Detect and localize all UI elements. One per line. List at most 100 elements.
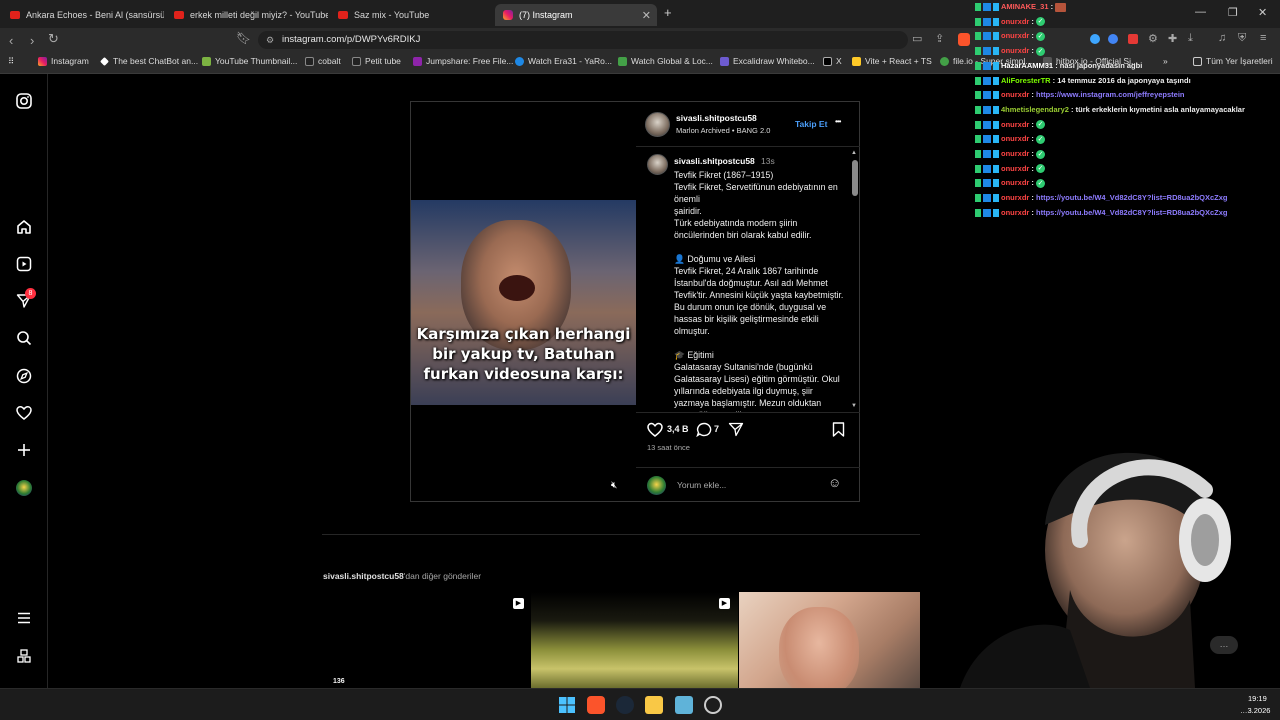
chat-badges-icon [975, 47, 999, 56]
windows-start-icon[interactable] [558, 696, 576, 714]
home-icon[interactable] [15, 218, 33, 236]
mute-icon[interactable]: 🔇︎ [611, 480, 617, 491]
scroll-up-icon[interactable]: ▲ [851, 150, 857, 156]
scroll-down-icon[interactable]: ▼ [851, 403, 857, 409]
author-username[interactable]: sivasli.shitpostcu58 [676, 113, 757, 123]
apps-icon[interactable] [15, 647, 33, 665]
bookmark-item[interactable]: Excalidraw Whitebo... [720, 56, 815, 66]
bookmark-item[interactable]: X [823, 56, 842, 66]
more-posts-owner[interactable]: sivasli.shitpostcu58 [323, 571, 404, 581]
close-tab-icon[interactable]: ✕ [642, 9, 651, 22]
chat-badges-icon [975, 208, 999, 217]
caption-username[interactable]: sivasli.shitpostcu58 [674, 156, 755, 166]
bookmark-item[interactable]: Watch Era31 - YaRo... [515, 56, 612, 66]
caption-text: Tevfik Fikret (1867–1915) Tevfik Fikret,… [674, 170, 844, 412]
bookmark-item[interactable]: cobalt [305, 56, 341, 66]
clock-date[interactable]: …3.2026 [1240, 706, 1270, 715]
caption-scrollbar[interactable]: ▲ ▼ [851, 148, 859, 412]
related-post-thumb[interactable] [739, 592, 920, 688]
follow-button[interactable]: Takip Et [795, 119, 827, 129]
chat-link[interactable]: https://youtu.be/W4_Vd82dC8Y?list=RD8ua2… [1036, 208, 1228, 217]
chat-link[interactable]: https://www.instagram.com/jeffreyepstein [1036, 90, 1185, 99]
chat-username: onurxdr [1001, 163, 1030, 173]
comment-input[interactable]: Yorum ekle... [677, 480, 726, 490]
instagram-sidebar: 8 [0, 74, 48, 688]
caption-avatar[interactable] [647, 154, 668, 175]
site-info-icon[interactable]: ⚙ [266, 31, 274, 49]
explore-icon[interactable] [15, 367, 33, 385]
app-icon[interactable] [675, 696, 693, 714]
youtube-favicon-icon [338, 11, 348, 19]
menu-icon[interactable] [15, 609, 33, 627]
brave-browser-icon[interactable] [587, 696, 605, 714]
reels-icon[interactable] [15, 255, 33, 273]
create-icon[interactable] [15, 441, 33, 459]
tab-ankara-echoes[interactable]: Ankara Echoes - Beni Al (sansürsüz) [2, 4, 164, 26]
comment-icon[interactable] [696, 422, 712, 442]
related-post-thumb[interactable]: ▶ 136 [323, 592, 530, 688]
like-icon[interactable] [647, 422, 663, 442]
chat-message: onurxdr : https://www.instagram.com/jeff… [975, 88, 1280, 103]
heart-icon[interactable] [15, 404, 33, 422]
tab-saz-mix[interactable]: Saz mix - YouTube [330, 4, 492, 26]
bookmark-item[interactable]: YouTube Thumbnail... [202, 56, 297, 66]
like-count[interactable]: 3,4 B [667, 424, 689, 434]
author-avatar[interactable] [645, 112, 670, 137]
cast-icon[interactable]: ▭ [912, 32, 922, 45]
bookmark-icon[interactable]: 🔖︎ [236, 31, 251, 45]
chat-message: onurxdr : ✓ [975, 15, 1280, 30]
file-explorer-icon[interactable] [645, 696, 663, 714]
bookmark-item[interactable]: Instagram [38, 56, 89, 66]
url-text: instagram.com/p/DWPYv6RDIKJ [282, 34, 421, 45]
instagram-favicon-icon [503, 10, 513, 20]
share-icon[interactable] [728, 422, 744, 442]
more-options-icon[interactable]: ••• [835, 117, 841, 126]
reel-badge-icon: ▶ [513, 598, 524, 609]
bookmark-item[interactable]: Petit tube [352, 56, 401, 66]
chat-badges-icon [975, 3, 999, 12]
reload-icon[interactable]: ↻ [48, 31, 59, 47]
bookmark-item[interactable]: Jumpshare: Free File... [413, 56, 513, 66]
chat-badges-icon [975, 105, 999, 114]
related-post-thumb[interactable]: ▶ [531, 592, 738, 688]
share-icon[interactable]: ⇪ [935, 32, 944, 45]
post-media[interactable]: Karşımıza çıkan herhangi bir yakup tv, B… [411, 102, 636, 501]
chat-badges-icon [975, 194, 999, 203]
brave-shields-icon[interactable] [958, 33, 970, 46]
steam-icon[interactable] [616, 696, 634, 714]
emoji-icon[interactable]: ☺ [828, 475, 841, 490]
bookmark-item[interactable]: Watch Global & Loc... [618, 56, 713, 66]
app-icon[interactable] [704, 696, 722, 714]
comment-count[interactable]: 7 [714, 424, 719, 434]
scroll-thumb[interactable] [852, 160, 858, 196]
chat-message: onurxdr : ✓ [975, 118, 1280, 133]
back-icon[interactable]: ‹ [9, 33, 13, 48]
chat-message: onurxdr : ✓ [975, 176, 1280, 191]
audio-info[interactable]: Marlon Archived • BANG 2.0 [676, 126, 770, 135]
chat-bubble-icon[interactable]: … [1210, 636, 1238, 654]
caption-area[interactable]: sivasli.shitpostcu58 13s Tevfik Fikret (… [636, 148, 860, 413]
chat-badges-icon [975, 179, 999, 188]
webcam-overlay: … [920, 430, 1280, 688]
clock-time[interactable]: 19:19 [1248, 694, 1267, 703]
save-icon[interactable] [832, 422, 845, 442]
messages-icon[interactable]: 8 [15, 288, 36, 310]
new-tab-button[interactable]: + [664, 5, 672, 20]
url-bar[interactable]: ⚙ instagram.com/p/DWPYv6RDIKJ [258, 31, 908, 49]
chat-message: onurxdr : ✓ [975, 132, 1280, 147]
tab-instagram[interactable]: (7) Instagram ✕ [495, 4, 657, 26]
instagram-logo-icon[interactable] [15, 92, 33, 110]
apps-grid-icon[interactable]: ⠿ [8, 56, 14, 67]
chat-badges-icon [975, 17, 999, 26]
profile-icon[interactable] [15, 479, 33, 497]
forward-icon[interactable]: › [30, 33, 34, 48]
notification-badge: 8 [25, 288, 36, 299]
tab-erkek-milleti[interactable]: erkek milleti değil miyiz? - YouTube [166, 4, 328, 26]
chat-link[interactable]: https://youtu.be/W4_Vd82dC8Y?list=RD8ua2… [1036, 193, 1228, 202]
bookmark-item[interactable]: The best ChatBot an... [100, 56, 198, 66]
search-icon[interactable] [15, 329, 33, 347]
bookmark-item[interactable]: Vite + React + TS [852, 56, 932, 66]
chat-badges-icon [975, 76, 999, 85]
chat-username: AMINAKE_31 [1001, 2, 1049, 11]
video-frame[interactable]: Karşımıza çıkan herhangi bir yakup tv, B… [411, 200, 636, 405]
